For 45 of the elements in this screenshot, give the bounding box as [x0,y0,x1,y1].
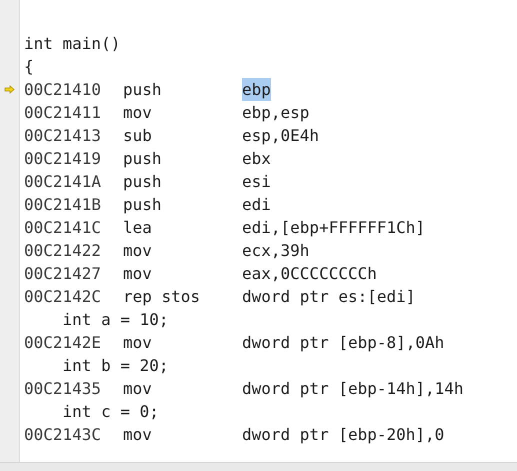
mnemonic: sub [123,125,153,147]
operands: esp,0E4h [242,125,320,147]
address: 00C21422 [24,240,102,262]
address: 00C21419 [24,148,102,170]
mnemonic: mov [123,102,153,124]
mnemonic: mov [123,240,153,262]
operands: esi [242,171,271,193]
mnemonic: rep stos [123,286,202,308]
address: 00C2142E [24,332,102,354]
operands: edi [242,194,271,216]
mnemonic: push [123,171,163,193]
operands: ebp,esp [242,102,310,124]
address: 00C2143C [24,424,102,446]
address: 00C2141A [24,171,102,193]
operands: dword ptr [ebp-8],0Ah [242,332,444,354]
operands: ecx,39h [242,240,310,262]
operands: dword ptr es:[edi] [242,286,416,308]
mnemonic: mov [123,263,153,285]
operands: dword ptr [ebp-14h],14h [242,378,464,400]
address: 00C2142C [24,286,102,308]
source-line: int b = 20; [62,355,168,377]
operands: eax,0CCCCCCCCh [242,263,377,285]
operands: ebp [242,78,271,101]
source-line: { [24,56,34,78]
operands: dword ptr [ebp-20h],0 [242,424,444,446]
mnemonic: mov [123,378,153,400]
mnemonic: mov [123,332,153,354]
address: 00C21413 [24,125,102,147]
source-line: int c = 0; [62,401,159,423]
source-line: int a = 10; [62,309,168,331]
mnemonic: mov [123,424,153,446]
mnemonic: push [123,148,163,170]
address: 00C21427 [24,263,102,285]
mnemonic: push [123,79,163,101]
address: 00C2141B [24,194,102,216]
operands: edi,[ebp+FFFFFF1Ch] [242,217,426,239]
source-line: int main() [24,33,120,55]
operands: ebx [242,148,271,170]
address: 00C2141C [24,217,102,239]
address: 00C21435 [24,378,102,400]
mnemonic: lea [123,217,153,239]
address: 00C21410 [24,79,102,101]
address: 00C21411 [24,102,102,124]
horizontal-scrollbar[interactable] [0,462,517,471]
mnemonic: push [123,194,163,216]
